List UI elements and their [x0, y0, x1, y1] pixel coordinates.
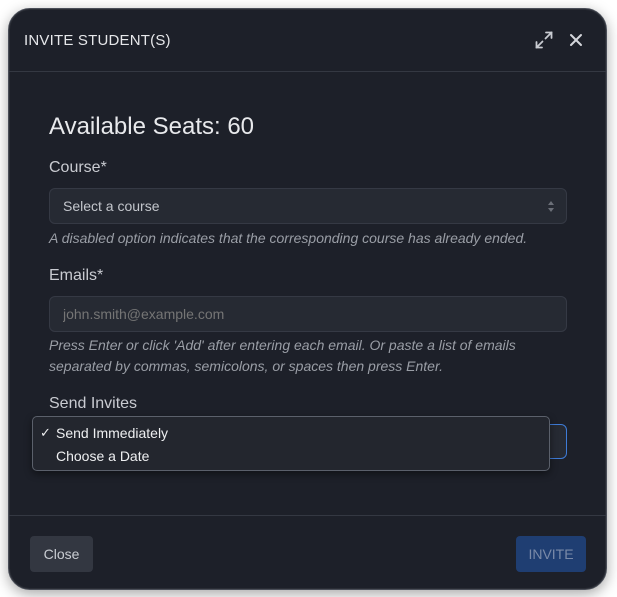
- invite-button[interactable]: INVITE: [516, 536, 586, 572]
- modal-title: INVITE STUDENT(S): [24, 32, 171, 49]
- checkmark-icon: ✓: [40, 425, 51, 440]
- emails-label: Emails*: [49, 267, 104, 284]
- course-select[interactable]: Select a course: [49, 188, 567, 224]
- send-invites-label: Send Invites: [49, 395, 138, 412]
- emails-field[interactable]: [49, 296, 567, 332]
- modal-footer: Close INVITE: [9, 515, 606, 589]
- close-button[interactable]: Close: [30, 536, 93, 572]
- modal-header: INVITE STUDENT(S): [9, 9, 606, 72]
- course-select-value: Select a course: [63, 198, 160, 214]
- send-invites-dropdown: ✓ Send Immediately Choose a Date: [32, 416, 550, 471]
- invite-students-modal: INVITE STUDENT(S) Available Seats: 60 Co…: [8, 8, 607, 590]
- course-hint: A disabled option indicates that the cor…: [49, 230, 528, 246]
- option-send-immediately[interactable]: Send Immediately: [56, 425, 168, 441]
- course-label: Course*: [49, 159, 107, 176]
- expand-icon[interactable]: [533, 29, 555, 51]
- emails-input[interactable]: [63, 306, 543, 322]
- emails-hint: Press Enter or click 'Add' after enterin…: [49, 337, 516, 374]
- select-sort-icon: [548, 201, 554, 212]
- available-seats-heading: Available Seats: 60: [49, 113, 255, 140]
- close-icon[interactable]: [565, 29, 587, 51]
- option-choose-date[interactable]: Choose a Date: [56, 448, 149, 464]
